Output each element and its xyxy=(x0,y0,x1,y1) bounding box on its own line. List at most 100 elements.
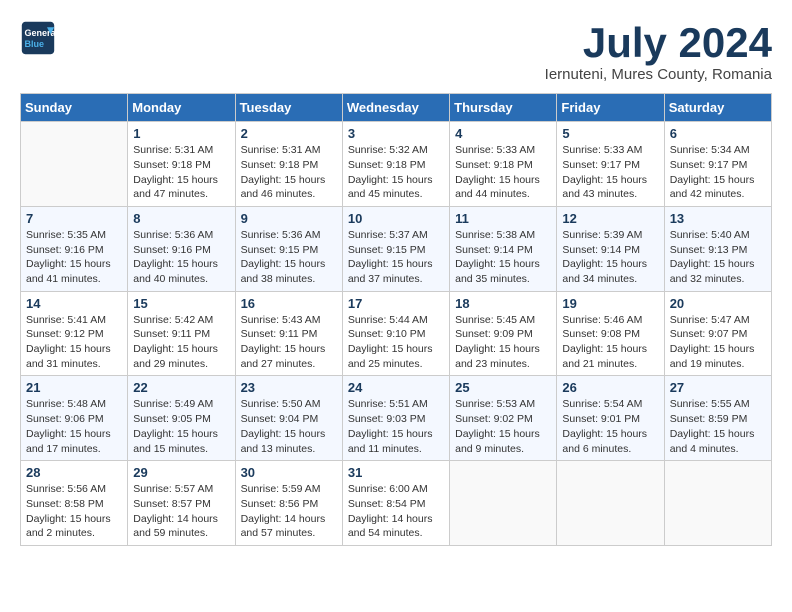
weekday-header-monday: Monday xyxy=(128,94,235,122)
calendar-cell: 4 Sunrise: 5:33 AM Sunset: 9:18 PM Daylig… xyxy=(450,122,557,207)
day-number: 27 xyxy=(670,380,766,395)
calendar-cell: 11 Sunrise: 5:38 AM Sunset: 9:14 PM Dayli… xyxy=(450,206,557,291)
weekday-header-wednesday: Wednesday xyxy=(342,94,449,122)
day-number: 26 xyxy=(562,380,658,395)
day-info: Sunrise: 5:39 AM Sunset: 9:14 PM Dayligh… xyxy=(562,228,658,287)
calendar-week-row: 28 Sunrise: 5:56 AM Sunset: 8:58 PM Dayli… xyxy=(21,461,772,546)
calendar-cell xyxy=(21,122,128,207)
day-number: 31 xyxy=(348,465,444,480)
day-info: Sunrise: 5:33 AM Sunset: 9:17 PM Dayligh… xyxy=(562,143,658,202)
day-number: 8 xyxy=(133,211,229,226)
day-number: 28 xyxy=(26,465,122,480)
page-header: General Blue July 2024 Iernuteni, Mures … xyxy=(20,20,772,83)
day-info: Sunrise: 5:34 AM Sunset: 9:17 PM Dayligh… xyxy=(670,143,766,202)
day-info: Sunrise: 5:32 AM Sunset: 9:18 PM Dayligh… xyxy=(348,143,444,202)
logo: General Blue xyxy=(20,20,56,56)
day-number: 9 xyxy=(241,211,337,226)
calendar-cell: 30 Sunrise: 5:59 AM Sunset: 8:56 PM Dayli… xyxy=(235,461,342,546)
day-info: Sunrise: 5:57 AM Sunset: 8:57 PM Dayligh… xyxy=(133,482,229,541)
calendar-cell: 10Sunrise: 5:37 AM Sunset: 9:15 PM Dayli… xyxy=(342,206,449,291)
title-block: July 2024 Iernuteni, Mures County, Roman… xyxy=(545,20,772,83)
day-info: Sunrise: 5:43 AM Sunset: 9:11 PM Dayligh… xyxy=(241,313,337,372)
day-number: 24 xyxy=(348,380,444,395)
calendar-cell: 23 Sunrise: 5:50 AM Sunset: 9:04 PM Dayli… xyxy=(235,376,342,461)
day-number: 15 xyxy=(133,296,229,311)
calendar-week-row: 7 Sunrise: 5:35 AM Sunset: 9:16 PM Daylig… xyxy=(21,206,772,291)
day-number: 4 xyxy=(455,126,551,141)
day-number: 29 xyxy=(133,465,229,480)
svg-text:Blue: Blue xyxy=(25,39,45,49)
day-info: Sunrise: 5:59 AM Sunset: 8:56 PM Dayligh… xyxy=(241,482,337,541)
calendar-cell: 15Sunrise: 5:42 AM Sunset: 9:11 PM Dayli… xyxy=(128,291,235,376)
day-info: Sunrise: 5:38 AM Sunset: 9:14 PM Dayligh… xyxy=(455,228,551,287)
day-number: 22 xyxy=(133,380,229,395)
calendar-cell: 5 Sunrise: 5:33 AM Sunset: 9:17 PM Daylig… xyxy=(557,122,664,207)
calendar-cell: 8 Sunrise: 5:36 AM Sunset: 9:16 PM Daylig… xyxy=(128,206,235,291)
day-info: Sunrise: 5:46 AM Sunset: 9:08 PM Dayligh… xyxy=(562,313,658,372)
day-info: Sunrise: 5:55 AM Sunset: 8:59 PM Dayligh… xyxy=(670,397,766,456)
calendar-table: SundayMondayTuesdayWednesdayThursdayFrid… xyxy=(20,93,772,546)
calendar-cell: 27 Sunrise: 5:55 AM Sunset: 8:59 PM Dayli… xyxy=(664,376,771,461)
day-info: Sunrise: 5:31 AM Sunset: 9:18 PM Dayligh… xyxy=(241,143,337,202)
day-number: 5 xyxy=(562,126,658,141)
calendar-cell: 7 Sunrise: 5:35 AM Sunset: 9:16 PM Daylig… xyxy=(21,206,128,291)
day-info: Sunrise: 5:44 AM Sunset: 9:10 PM Dayligh… xyxy=(348,313,444,372)
day-info: Sunrise: 5:37 AM Sunset: 9:15 PM Dayligh… xyxy=(348,228,444,287)
logo-icon: General Blue xyxy=(20,20,56,56)
day-number: 23 xyxy=(241,380,337,395)
weekday-header-tuesday: Tuesday xyxy=(235,94,342,122)
calendar-cell: 17Sunrise: 5:44 AM Sunset: 9:10 PM Dayli… xyxy=(342,291,449,376)
calendar-cell: 19Sunrise: 5:46 AM Sunset: 9:08 PM Dayli… xyxy=(557,291,664,376)
calendar-cell: 3Sunrise: 5:32 AM Sunset: 9:18 PM Daylig… xyxy=(342,122,449,207)
day-number: 20 xyxy=(670,296,766,311)
calendar-cell: 2 Sunrise: 5:31 AM Sunset: 9:18 PM Daylig… xyxy=(235,122,342,207)
day-number: 21 xyxy=(26,380,122,395)
day-info: Sunrise: 5:56 AM Sunset: 8:58 PM Dayligh… xyxy=(26,482,122,541)
day-number: 16 xyxy=(241,296,337,311)
calendar-cell: 26 Sunrise: 5:54 AM Sunset: 9:01 PM Dayli… xyxy=(557,376,664,461)
calendar-cell: 9 Sunrise: 5:36 AM Sunset: 9:15 PM Daylig… xyxy=(235,206,342,291)
day-number: 11 xyxy=(455,211,551,226)
day-info: Sunrise: 5:36 AM Sunset: 9:15 PM Dayligh… xyxy=(241,228,337,287)
calendar-cell: 24 Sunrise: 5:51 AM Sunset: 9:03 PM Dayli… xyxy=(342,376,449,461)
calendar-cell: 21 Sunrise: 5:48 AM Sunset: 9:06 PM Dayli… xyxy=(21,376,128,461)
calendar-cell: 18Sunrise: 5:45 AM Sunset: 9:09 PM Dayli… xyxy=(450,291,557,376)
day-info: Sunrise: 5:31 AM Sunset: 9:18 PM Dayligh… xyxy=(133,143,229,202)
day-info: Sunrise: 5:33 AM Sunset: 9:18 PM Dayligh… xyxy=(455,143,551,202)
day-number: 25 xyxy=(455,380,551,395)
calendar-cell: 12 Sunrise: 5:39 AM Sunset: 9:14 PM Dayli… xyxy=(557,206,664,291)
day-number: 7 xyxy=(26,211,122,226)
calendar-cell: 31 Sunrise: 6:00 AM Sunset: 8:54 PM Dayli… xyxy=(342,461,449,546)
weekday-header-sunday: Sunday xyxy=(21,94,128,122)
calendar-cell: 16 Sunrise: 5:43 AM Sunset: 9:11 PM Dayli… xyxy=(235,291,342,376)
calendar-cell: 1 Sunrise: 5:31 AM Sunset: 9:18 PM Daylig… xyxy=(128,122,235,207)
day-number: 12 xyxy=(562,211,658,226)
day-number: 2 xyxy=(241,126,337,141)
day-info: Sunrise: 5:41 AM Sunset: 9:12 PM Dayligh… xyxy=(26,313,122,372)
weekday-header-thursday: Thursday xyxy=(450,94,557,122)
day-info: Sunrise: 5:36 AM Sunset: 9:16 PM Dayligh… xyxy=(133,228,229,287)
day-info: Sunrise: 6:00 AM Sunset: 8:54 PM Dayligh… xyxy=(348,482,444,541)
calendar-cell xyxy=(664,461,771,546)
weekday-header-row: SundayMondayTuesdayWednesdayThursdayFrid… xyxy=(21,94,772,122)
calendar-cell: 6Sunrise: 5:34 AM Sunset: 9:17 PM Daylig… xyxy=(664,122,771,207)
day-info: Sunrise: 5:40 AM Sunset: 9:13 PM Dayligh… xyxy=(670,228,766,287)
day-info: Sunrise: 5:48 AM Sunset: 9:06 PM Dayligh… xyxy=(26,397,122,456)
day-info: Sunrise: 5:50 AM Sunset: 9:04 PM Dayligh… xyxy=(241,397,337,456)
calendar-cell: 29 Sunrise: 5:57 AM Sunset: 8:57 PM Dayli… xyxy=(128,461,235,546)
calendar-cell xyxy=(450,461,557,546)
day-info: Sunrise: 5:35 AM Sunset: 9:16 PM Dayligh… xyxy=(26,228,122,287)
calendar-cell: 13Sunrise: 5:40 AM Sunset: 9:13 PM Dayli… xyxy=(664,206,771,291)
day-number: 30 xyxy=(241,465,337,480)
calendar-week-row: 1 Sunrise: 5:31 AM Sunset: 9:18 PM Daylig… xyxy=(21,122,772,207)
weekday-header-saturday: Saturday xyxy=(664,94,771,122)
day-info: Sunrise: 5:54 AM Sunset: 9:01 PM Dayligh… xyxy=(562,397,658,456)
day-info: Sunrise: 5:45 AM Sunset: 9:09 PM Dayligh… xyxy=(455,313,551,372)
calendar-week-row: 14Sunrise: 5:41 AM Sunset: 9:12 PM Dayli… xyxy=(21,291,772,376)
day-number: 1 xyxy=(133,126,229,141)
month-title: July 2024 xyxy=(545,20,772,66)
weekday-header-friday: Friday xyxy=(557,94,664,122)
day-info: Sunrise: 5:53 AM Sunset: 9:02 PM Dayligh… xyxy=(455,397,551,456)
day-info: Sunrise: 5:51 AM Sunset: 9:03 PM Dayligh… xyxy=(348,397,444,456)
calendar-cell: 28 Sunrise: 5:56 AM Sunset: 8:58 PM Dayli… xyxy=(21,461,128,546)
